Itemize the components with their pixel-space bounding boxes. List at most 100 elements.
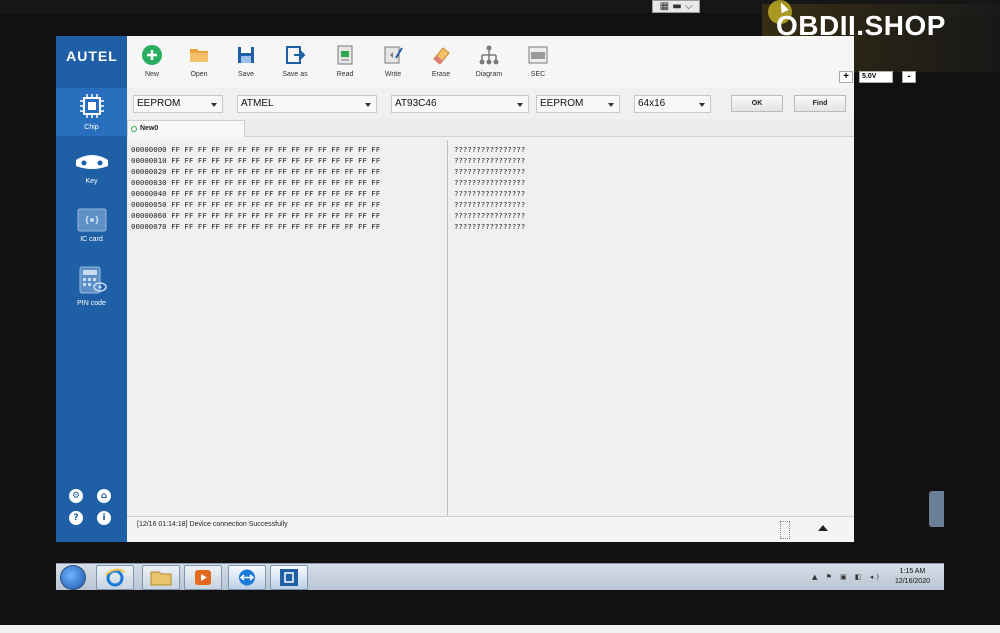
home-icon[interactable]: ⌂ [97,489,111,503]
folder-icon [150,571,172,586]
tool-label: New [144,71,159,78]
save-as-icon [286,46,306,64]
hex-address: 00000020 [131,167,167,176]
ascii-row[interactable]: ???????????????? [454,210,525,221]
read-icon [337,45,353,65]
hex-address: 00000010 [131,156,167,165]
tool-label: Open [190,71,208,78]
pane-divider[interactable] [447,140,448,516]
hex-editor[interactable]: 00000000 FF FF FF FF FF FF FF FF FF FF F… [127,140,854,516]
teamviewer-side-dock[interactable] [929,491,944,527]
hex-bytes[interactable]: FF FF FF FF FF FF FF FF FF FF FF FF FF F… [171,178,380,187]
hex-address: 00000000 [131,145,167,154]
ascii-row[interactable]: ???????????????? [454,144,525,155]
hex-row[interactable]: 00000030 FF FF FF FF FF FF FF FF FF FF F… [131,177,380,188]
bottom-border [0,625,1000,633]
tab-label: New0 [140,125,159,132]
select-value: EEPROM [137,98,181,109]
voltage-value: 5.0V [859,71,893,83]
voltage-increase-button[interactable]: + [839,71,853,83]
pin-code-icon [79,266,107,294]
read-button[interactable]: Read [323,44,367,78]
hex-row[interactable]: 00000010 FF FF FF FF FF FF FF FF FF FF F… [131,155,380,166]
ascii-pane[interactable]: ???????????????? ???????????????? ??????… [452,140,852,516]
hex-bytes[interactable]: FF FF FF FF FF FF FF FF FF FF FF FF FF F… [171,189,380,198]
status-dot-icon [131,126,137,132]
sidebar-item-ic-card[interactable]: IC card [56,208,127,254]
hex-row[interactable]: 00000050 FF FF FF FF FF FF FF FF FF FF F… [131,199,380,210]
taskbar-teamviewer-button[interactable] [228,565,266,590]
find-button[interactable]: Find [794,95,846,112]
ok-button[interactable]: OK [731,95,783,112]
taskbar-explorer-button[interactable] [142,565,180,590]
sec-button[interactable]: SEC [516,44,560,78]
taskbar-ie-button[interactable] [96,565,134,590]
sidebar-item-key[interactable]: Key [56,150,127,196]
taskbar-autel-button[interactable] [270,565,308,590]
tool-label: SEC [530,71,546,78]
start-button[interactable] [60,565,86,590]
manufacturer-select[interactable]: ATMEL [237,95,377,113]
status-message: [12/16 01:14:18] Device connection Succe… [137,521,288,528]
chip-model-select[interactable]: AT93C46 [391,95,529,113]
sec-icon [528,46,548,64]
sidebar-item-chip[interactable]: Chip [56,88,127,136]
chip-type-select[interactable]: EEPROM [536,95,620,113]
clock[interactable]: 1:15 AM 12/16/2020 [895,567,930,587]
open-button[interactable]: Open [177,44,221,78]
hex-row[interactable]: 00000060 FF FF FF FF FF FF FF FF FF FF F… [131,210,380,221]
chevron-down-icon [699,103,705,107]
hex-bytes-pane[interactable]: 00000000 FF FF FF FF FF FF FF FF FF FF F… [127,140,447,516]
help-icon[interactable]: ? [69,511,83,525]
hex-bytes[interactable]: FF FF FF FF FF FF FF FF FF FF FF FF FF F… [171,167,380,176]
new-icon [142,45,162,65]
hex-bytes[interactable]: FF FF FF FF FF FF FF FF FF FF FF FF FF F… [171,200,380,209]
hex-row[interactable]: 00000070 FF FF FF FF FF FF FF FF FF FF F… [131,221,380,232]
hex-row[interactable]: 00000020 FF FF FF FF FF FF FF FF FF FF F… [131,166,380,177]
sidebar-item-label: PIN code [77,300,106,307]
erase-icon [433,47,450,65]
key-icon [75,155,108,169]
sidebar-item-label: Key [85,178,98,185]
sidebar-item-label: Chip [84,124,99,131]
hex-row[interactable]: 00000000 FF FF FF FF FF FF FF FF FF FF F… [131,144,380,155]
tool-label: Read [336,71,354,78]
sidebar: AUTEL Chip Key IC card PIN code ⚙ ⌂ ? i [56,36,127,542]
hex-bytes[interactable]: FF FF FF FF FF FF FF FF FF FF FF FF FF F… [171,145,380,154]
taskbar-media-button[interactable] [184,565,222,590]
sidebar-item-pin-code[interactable]: PIN code [56,266,127,312]
ascii-row[interactable]: ???????????????? [454,221,525,232]
write-icon [384,46,403,64]
memory-type-select[interactable]: EEPROM [133,95,223,113]
toolbar: New Open Save Save as Read Write Erase D… [127,36,916,88]
new-button[interactable]: New [130,44,174,78]
organization-select[interactable]: 64x16 [634,95,711,113]
hex-row[interactable]: 00000040 FF FF FF FF FF FF FF FF FF FF F… [131,188,380,199]
save-as-button[interactable]: Save as [273,44,317,78]
diagram-button[interactable]: Diagram [467,44,511,78]
write-button[interactable]: Write [371,44,415,78]
chip-icon [79,94,104,118]
hex-bytes[interactable]: FF FF FF FF FF FF FF FF FF FF FF FF FF F… [171,222,380,231]
system-tray-icons[interactable]: ▲ ⚑ ▣ ◧ ◂) [812,573,882,581]
voltage-decrease-button[interactable]: - [902,71,916,83]
autel-app-window: AUTEL Chip Key IC card PIN code ⚙ ⌂ ? i … [56,36,916,542]
tab-new0[interactable]: New0 [127,120,245,137]
expand-log-icon[interactable] [818,525,828,531]
ascii-row[interactable]: ???????????????? [454,177,525,188]
ascii-row[interactable]: ???????????????? [454,155,525,166]
settings-icon[interactable]: ⚙ [69,489,83,503]
remote-control-bar[interactable]: ▦ ▬ ⌵ [652,0,700,13]
erase-button[interactable]: Erase [419,44,463,78]
ascii-row[interactable]: ???????????????? [454,199,525,210]
sidebar-item-label: IC card [80,236,103,243]
save-button[interactable]: Save [224,44,268,78]
hex-bytes[interactable]: FF FF FF FF FF FF FF FF FF FF FF FF FF F… [171,211,380,220]
log-scrollbar[interactable] [780,521,790,539]
info-icon[interactable]: i [97,511,111,525]
select-value: EEPROM [540,98,584,109]
hex-bytes[interactable]: FF FF FF FF FF FF FF FF FF FF FF FF FF F… [171,156,380,165]
ascii-row[interactable]: ???????????????? [454,188,525,199]
ascii-row[interactable]: ???????????????? [454,166,525,177]
tool-label: Erase [431,71,451,78]
